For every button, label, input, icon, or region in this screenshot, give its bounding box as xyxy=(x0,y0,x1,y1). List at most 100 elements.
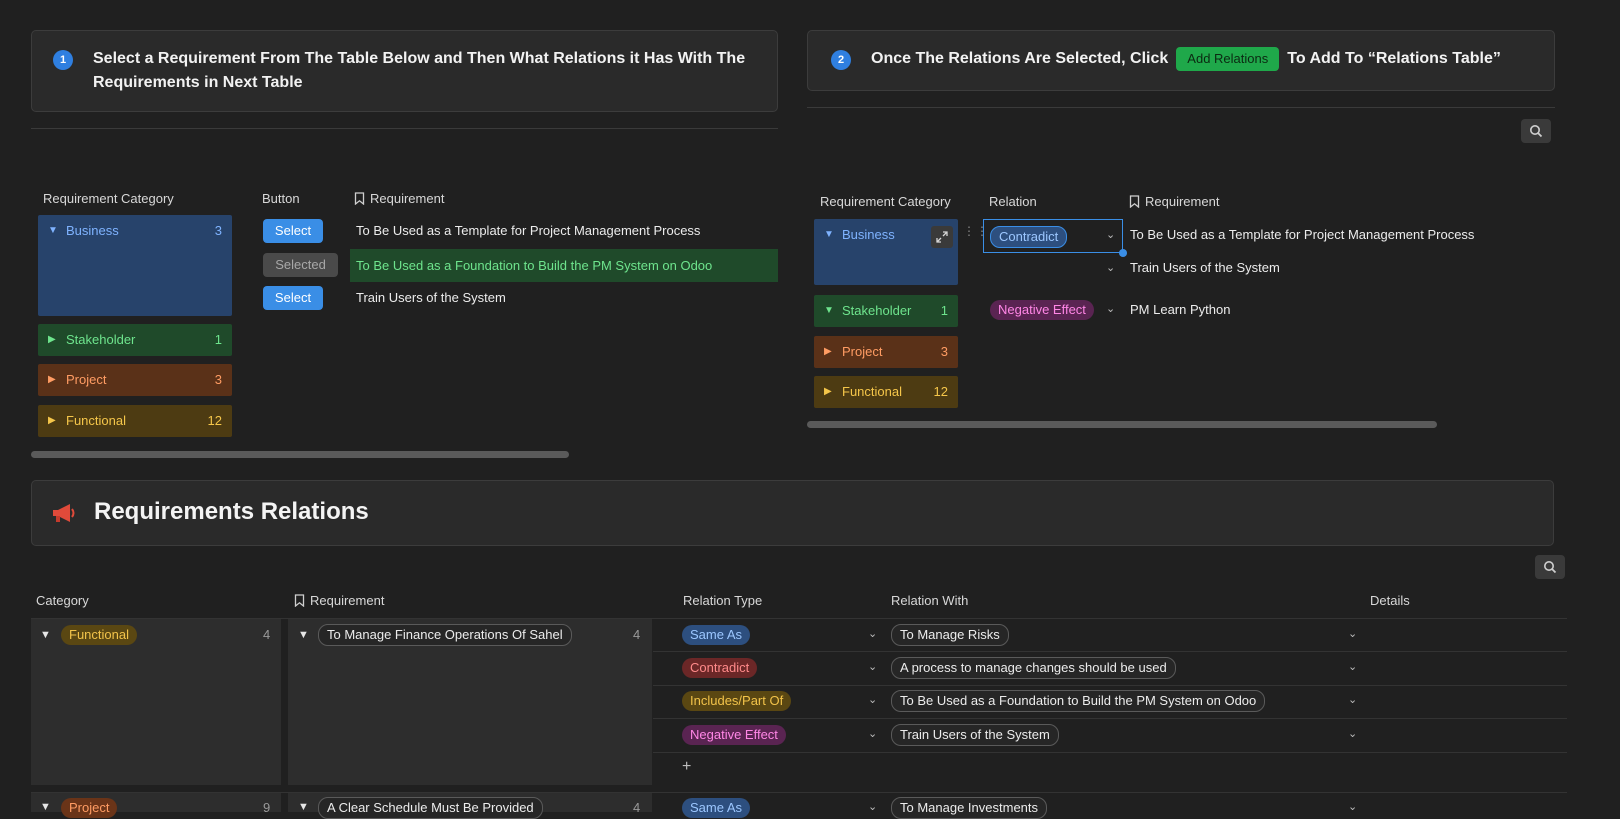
row-divider xyxy=(653,651,1567,652)
right-row-requirement: To Be Used as a Template for Project Man… xyxy=(1130,227,1475,242)
megaphone-icon xyxy=(50,501,78,528)
left-group-functional[interactable]: ▶ Functional 12 xyxy=(38,405,232,437)
expanded-triangle-icon: ▼ xyxy=(40,629,51,641)
left-group-stakeholder-count: 1 xyxy=(214,332,222,347)
expanded-triangle-icon: ▼ xyxy=(298,801,309,813)
chevron-down-icon[interactable]: ⌄ xyxy=(868,693,877,706)
chevron-down-icon[interactable]: ⌄ xyxy=(1348,660,1357,673)
relation-with-pill: To Manage Investments xyxy=(891,797,1048,819)
relations-header-requirement: Requirement xyxy=(294,593,384,608)
chevron-down-icon[interactable]: ⌄ xyxy=(868,727,877,740)
chevron-down-icon[interactable]: ⌄ xyxy=(1106,261,1115,274)
chevron-down-icon[interactable]: ⌄ xyxy=(1348,727,1357,740)
step1-title: Select a Requirement From The Table Belo… xyxy=(93,47,763,95)
left-group-business[interactable]: ▼ Business 3 xyxy=(38,215,232,316)
relation-with-pill: A process to manage changes should be us… xyxy=(891,657,1176,679)
step2-title-before: Once The Relations Are Selected, Click xyxy=(871,50,1169,67)
step1-title-line2: Requirements in Next Table xyxy=(93,74,303,91)
right-header-category: Requirement Category xyxy=(820,194,951,209)
bookmark-icon xyxy=(294,594,305,607)
relations-header-details: Details xyxy=(1370,593,1410,608)
relation-pill-negative-effect: Negative Effect xyxy=(990,300,1094,320)
left-header-category: Requirement Category xyxy=(43,191,174,206)
relations-header-category: Category xyxy=(36,593,89,608)
chevron-down-icon[interactable]: ⌄ xyxy=(868,800,877,813)
relation-with-pill: To Be Used as a Foundation to Build the … xyxy=(891,690,1266,712)
step2-callout: 2 Once The Relations Are Selected, Click… xyxy=(807,30,1555,91)
left-group-business-name: Business xyxy=(66,223,119,238)
chevron-down-icon[interactable]: ⌄ xyxy=(1106,302,1115,315)
right-header-relation: Relation xyxy=(989,194,1037,209)
collapsed-triangle-icon: ▶ xyxy=(824,386,832,397)
chevron-down-icon[interactable]: ⌄ xyxy=(1348,627,1357,640)
relation-type-pill-includes: Includes/Part Of xyxy=(682,691,792,711)
relation-type-pill-negative-effect: Negative Effect xyxy=(682,725,786,745)
category-count: 9 xyxy=(263,800,271,815)
step1-divider xyxy=(31,128,778,129)
step2-number-badge: 2 xyxy=(831,50,851,70)
expanded-triangle-icon: ▼ xyxy=(298,629,309,641)
chevron-down-icon[interactable]: ⌄ xyxy=(1106,228,1115,241)
select-button[interactable]: Select xyxy=(263,219,323,243)
left-group-stakeholder-name: Stakeholder xyxy=(66,332,136,347)
step1-callout: 1 Select a Requirement From The Table Be… xyxy=(31,30,778,112)
chevron-down-icon[interactable]: ⌄ xyxy=(868,660,877,673)
relation-type-pill-same-as: Same As xyxy=(682,798,751,818)
relation-with-pill: Train Users of the System xyxy=(891,724,1059,746)
left-row-requirement-selected: To Be Used as a Foundation to Build the … xyxy=(350,249,778,282)
left-group-project-count: 3 xyxy=(214,372,222,387)
step1-number-badge: 1 xyxy=(53,50,73,70)
search-icon xyxy=(1544,561,1557,574)
bookmark-icon xyxy=(1129,195,1140,208)
relations-section-header: Requirements Relations xyxy=(31,480,1554,546)
right-table-scrollbar[interactable] xyxy=(807,421,1437,428)
expanded-triangle-icon: ▼ xyxy=(824,229,834,240)
chevron-down-icon[interactable]: ⌄ xyxy=(868,627,877,640)
category-pill-functional: Functional xyxy=(61,625,137,645)
step1-title-line1: Select a Requirement From The Table Belo… xyxy=(93,50,746,67)
right-group-project-name: Project xyxy=(842,344,883,359)
requirement-pill: To Manage Finance Operations Of Sahel xyxy=(318,624,572,646)
relations-search-button[interactable] xyxy=(1535,555,1565,579)
right-group-stakeholder[interactable]: ▼ Stakeholder 1 xyxy=(814,295,958,327)
step2-divider xyxy=(807,107,1555,108)
selected-button[interactable]: Selected xyxy=(263,253,338,277)
step2-title: Once The Relations Are Selected, Click A… xyxy=(871,47,1501,71)
requirement-count: 4 xyxy=(633,627,641,642)
category-pill-project: Project xyxy=(61,798,118,818)
relations-section-title: Requirements Relations xyxy=(94,498,369,525)
left-header-button: Button xyxy=(262,191,300,206)
relations-header-relation-type: Relation Type xyxy=(683,593,763,608)
right-table-search-button[interactable] xyxy=(1521,119,1551,143)
left-row-requirement: To Be Used as a Template for Project Man… xyxy=(356,223,701,238)
left-row-requirement: Train Users of the System xyxy=(356,290,506,305)
chevron-down-icon[interactable]: ⌄ xyxy=(1348,693,1357,706)
right-header-requirement-label: Requirement xyxy=(1145,194,1220,209)
step2-title-after: To Add To “Relations Table” xyxy=(1287,50,1501,67)
left-group-functional-count: 12 xyxy=(207,413,222,428)
left-header-requirement-label: Requirement xyxy=(370,191,445,206)
select-button[interactable]: Select xyxy=(263,286,323,310)
right-row-requirement: Train Users of the System xyxy=(1130,260,1280,275)
right-group-functional[interactable]: ▶ Functional 12 xyxy=(814,376,958,408)
left-group-project[interactable]: ▶ Project 3 xyxy=(38,364,232,396)
collapsed-triangle-icon: ▶ xyxy=(48,415,56,426)
right-group-stakeholder-name: Stakeholder xyxy=(842,303,912,318)
relation-pill-contradict: Contradict xyxy=(990,226,1068,248)
left-header-requirement: Requirement xyxy=(354,191,444,206)
expand-icon[interactable] xyxy=(931,226,953,248)
left-table-scrollbar[interactable] xyxy=(31,451,569,458)
chevron-down-icon[interactable]: ⌄ xyxy=(1348,800,1357,813)
collapsed-triangle-icon: ▶ xyxy=(48,334,56,345)
expanded-triangle-icon: ▼ xyxy=(40,801,51,813)
relations-header-relation-with: Relation With xyxy=(891,593,969,608)
search-icon xyxy=(1530,125,1543,138)
right-group-project[interactable]: ▶ Project 3 xyxy=(814,336,958,368)
left-group-stakeholder[interactable]: ▶ Stakeholder 1 xyxy=(38,324,232,356)
row-divider xyxy=(653,752,1567,753)
add-row-button[interactable]: + xyxy=(682,758,691,776)
right-header-requirement: Requirement xyxy=(1129,194,1219,209)
relation-type-pill-same-as: Same As xyxy=(682,625,751,645)
add-relations-button[interactable]: Add Relations xyxy=(1176,47,1280,71)
right-row-requirement: PM Learn Python xyxy=(1130,302,1231,317)
